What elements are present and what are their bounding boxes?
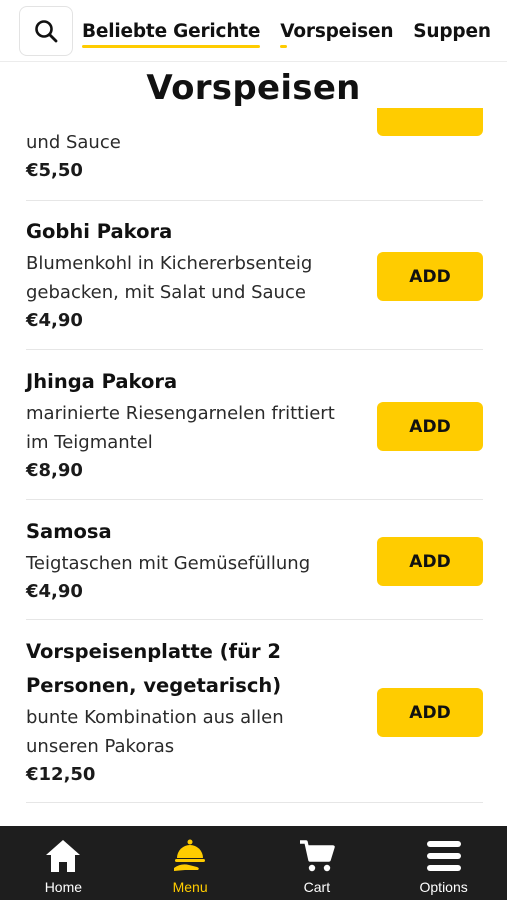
item-name: Samosa (26, 520, 112, 543)
search-button[interactable] (19, 6, 73, 56)
add-button[interactable]: ADD (377, 252, 483, 301)
add-button[interactable]: ADD (377, 402, 483, 451)
item-price: €12,50 (26, 764, 96, 785)
divider (26, 349, 483, 350)
nav-home[interactable]: Home (0, 826, 127, 900)
tab-beliebte-gerichte[interactable]: Beliebte Gerichte (82, 0, 261, 61)
item-description-line: marinierte Riesengarnelen frittiert (26, 403, 335, 424)
nav-options-label: Options (419, 879, 468, 895)
menu-item: Samosa Teigtaschen mit Gemüsefüllung €4,… (26, 515, 483, 606)
item-name: Jhinga Pakora (26, 370, 178, 393)
category-tabs: Beliebte Gerichte Vorspeisen Suppen S (82, 0, 507, 61)
cart-icon (299, 840, 335, 872)
nav-cart-label: Cart (303, 879, 331, 895)
nav-menu-label: Menu (172, 879, 208, 895)
item-description-line: bunte Kombination aus allen (26, 707, 284, 728)
menu-item: Vorspeisenplatte (für 2 Personen, vegeta… (26, 635, 483, 789)
item-description-line: unseren Pakoras (26, 736, 175, 757)
menu-item: Gobhi Pakora Blumenkohl in Kichererbsent… (26, 215, 483, 335)
item-description: und Sauce (26, 132, 121, 153)
nav-options[interactable]: Options (380, 826, 507, 900)
item-name: Gobhi Pakora (26, 220, 173, 243)
item-description-line: Teigtaschen mit Gemüsefüllung (26, 553, 311, 574)
item-name-line: Vorspeisenplatte (für 2 (26, 640, 281, 663)
add-button[interactable]: ADD (377, 537, 483, 586)
tab-vorspeisen[interactable]: Vorspeisen (280, 0, 393, 61)
home-icon (46, 840, 81, 872)
hamburger-icon (426, 841, 461, 871)
item-price: €4,90 (26, 581, 83, 602)
item-name-line: Personen, vegetarisch) (26, 674, 282, 697)
category-bar: Beliebte Gerichte Vorspeisen Suppen S (0, 0, 507, 62)
bottom-navigation: Home Menu Cart Options (0, 826, 507, 900)
section-title: Vorspeisen (146, 68, 361, 108)
menu-item: Jhinga Pakora marinierte Riesengarnelen … (26, 365, 483, 485)
divider (26, 802, 483, 803)
item-price: €4,90 (26, 310, 83, 331)
divider (26, 200, 483, 201)
nav-home-label: Home (44, 879, 83, 895)
tab-suppen[interactable]: Suppen (413, 0, 491, 61)
nav-menu[interactable]: Menu (127, 826, 254, 900)
menu-item: und Sauce €5,50 (26, 128, 483, 185)
menu-cloche-icon (174, 839, 206, 871)
add-button[interactable]: ADD (377, 688, 483, 737)
item-price: €8,90 (26, 460, 83, 481)
search-icon (35, 20, 58, 43)
item-description-line: im Teigmantel (26, 432, 153, 453)
nav-cart[interactable]: Cart (254, 826, 381, 900)
item-description-line: gebacken, mit Salat und Sauce (26, 282, 306, 303)
item-description-line: Blumenkohl in Kichererbsenteig (26, 253, 313, 274)
divider (26, 619, 483, 620)
item-price: €5,50 (26, 160, 83, 181)
divider (26, 499, 483, 500)
